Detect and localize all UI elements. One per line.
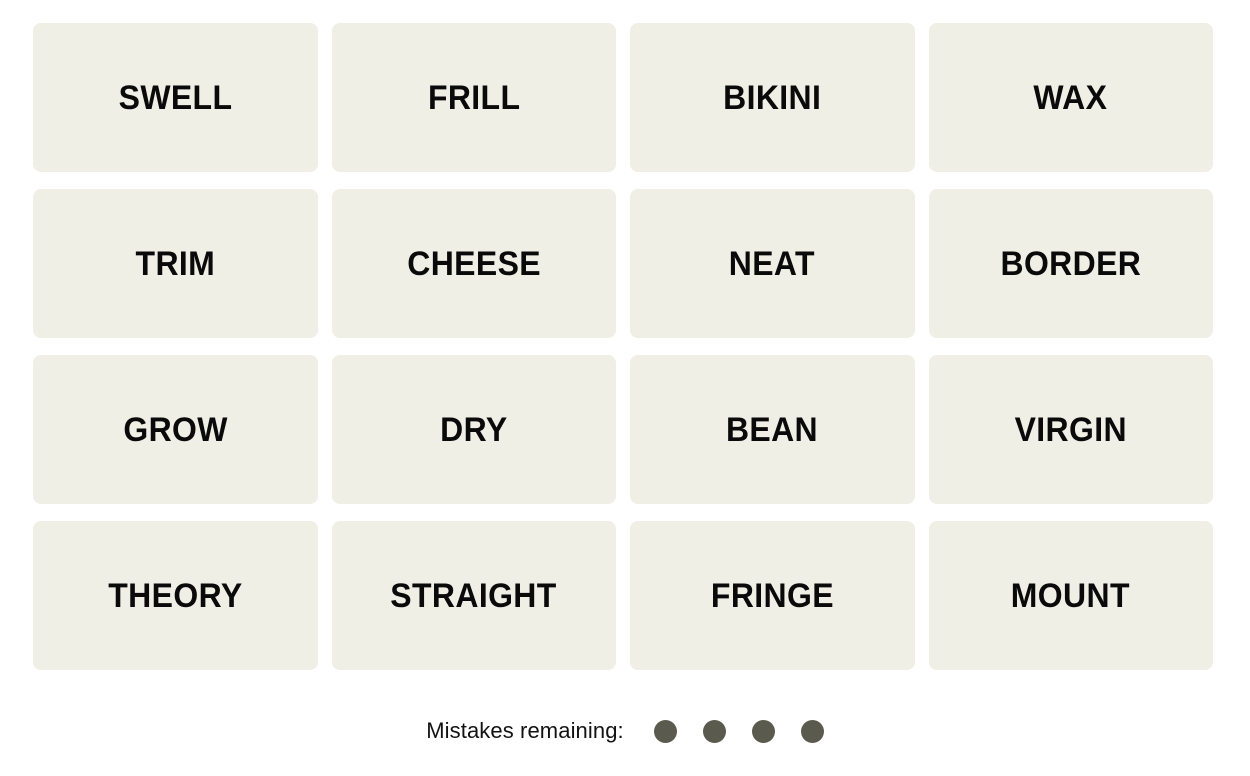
word-tile-label: TRIM xyxy=(135,244,216,283)
mistakes-dot-group xyxy=(653,719,824,743)
word-tile-label: BEAN xyxy=(726,410,819,449)
word-tile[interactable]: BEAN xyxy=(630,355,915,504)
word-tile[interactable]: THEORY xyxy=(33,521,318,670)
word-tile[interactable]: WAX xyxy=(928,23,1213,172)
word-tile-label: SWELL xyxy=(118,78,233,117)
word-tile-label: CHEESE xyxy=(406,244,541,283)
word-tile-label: NEAT xyxy=(729,244,816,283)
word-tile[interactable]: GROW xyxy=(33,355,318,504)
word-tile[interactable]: FRILL xyxy=(331,23,616,172)
word-tile-label: GROW xyxy=(123,410,228,449)
puzzle-grid: SWELL FRILL BIKINI WAX TRIM CHEESE NEAT … xyxy=(33,23,1213,670)
word-tile-label: STRAIGHT xyxy=(390,576,557,615)
mistakes-remaining: Mistakes remaining: xyxy=(0,705,1250,757)
word-tile-label: THEORY xyxy=(108,576,243,615)
word-tile[interactable]: STRAIGHT xyxy=(331,521,616,670)
mistake-dot xyxy=(653,719,677,743)
word-tile-label: MOUNT xyxy=(1011,576,1131,615)
word-tile[interactable]: SWELL xyxy=(33,23,318,172)
word-tile[interactable]: BIKINI xyxy=(630,23,915,172)
mistake-dot xyxy=(702,719,726,743)
word-tile-label: WAX xyxy=(1033,78,1108,117)
word-tile[interactable]: NEAT xyxy=(630,189,915,338)
mistake-dot xyxy=(751,719,775,743)
word-tile[interactable]: VIRGIN xyxy=(928,355,1213,504)
word-tile[interactable]: CHEESE xyxy=(331,189,616,338)
mistake-dot xyxy=(800,719,824,743)
word-tile-label: BIKINI xyxy=(723,78,822,117)
word-tile[interactable]: TRIM xyxy=(33,189,318,338)
word-tile[interactable]: MOUNT xyxy=(928,521,1213,670)
mistakes-remaining-label: Mistakes remaining: xyxy=(426,718,624,743)
word-tile-label: FRILL xyxy=(427,78,520,117)
word-tile-label: BORDER xyxy=(1000,244,1142,283)
word-tile[interactable]: DRY xyxy=(331,355,616,504)
word-tile[interactable]: FRINGE xyxy=(630,521,915,670)
word-tile-label: DRY xyxy=(440,410,508,449)
word-tile-label: FRINGE xyxy=(710,576,834,615)
word-tile-label: VIRGIN xyxy=(1014,410,1127,449)
connections-game: SWELL FRILL BIKINI WAX TRIM CHEESE NEAT … xyxy=(0,0,1250,776)
word-tile[interactable]: BORDER xyxy=(928,189,1213,338)
